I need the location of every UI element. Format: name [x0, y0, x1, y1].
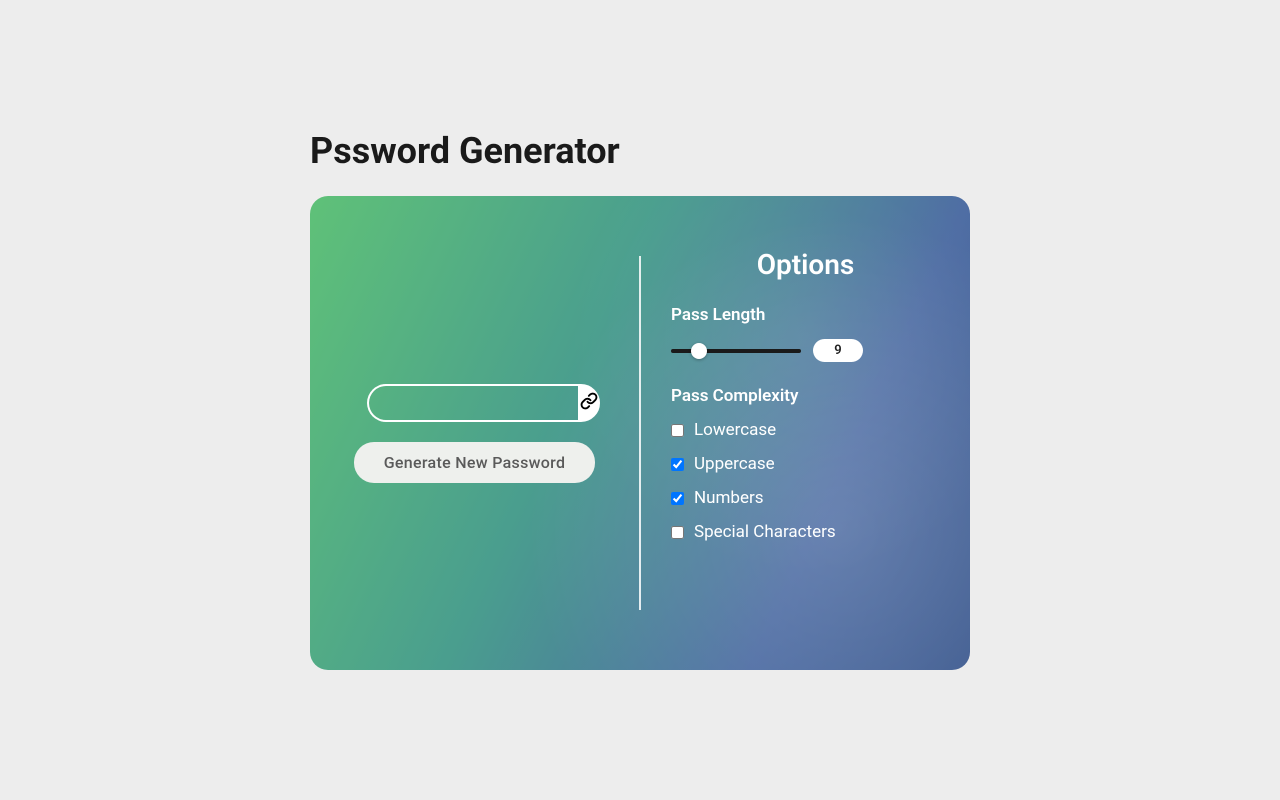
option-uppercase: Uppercase	[671, 454, 940, 474]
length-value: 9	[813, 339, 863, 362]
label-numbers: Numbers	[694, 488, 764, 508]
output-panel: Generate New Password	[310, 196, 639, 670]
page-title: Pssword Generator	[310, 130, 970, 172]
generator-card: Generate New Password Options Pass Lengt…	[310, 196, 970, 670]
checkbox-numbers[interactable]	[671, 492, 684, 505]
password-output[interactable]	[367, 384, 578, 422]
copy-button[interactable]	[578, 384, 600, 422]
complexity-options: Lowercase Uppercase Numbers Special Char…	[671, 420, 940, 542]
generate-button[interactable]: Generate New Password	[354, 442, 596, 483]
length-controls: 9	[671, 339, 940, 362]
checkbox-uppercase[interactable]	[671, 458, 684, 471]
options-panel: Options Pass Length 9 Pass Complexity Lo…	[641, 196, 970, 670]
length-slider[interactable]	[671, 349, 801, 353]
label-uppercase: Uppercase	[694, 454, 775, 474]
checkbox-lowercase[interactable]	[671, 424, 684, 437]
length-label: Pass Length	[671, 305, 940, 325]
complexity-label: Pass Complexity	[671, 386, 940, 406]
password-input-group	[367, 384, 582, 422]
label-special: Special Characters	[694, 522, 836, 542]
label-lowercase: Lowercase	[694, 420, 776, 440]
app-container: Pssword Generator Generate New Password …	[310, 130, 970, 670]
checkbox-special[interactable]	[671, 526, 684, 539]
option-special: Special Characters	[671, 522, 940, 542]
option-numbers: Numbers	[671, 488, 940, 508]
option-lowercase: Lowercase	[671, 420, 940, 440]
options-heading: Options	[671, 248, 940, 281]
link-icon	[580, 392, 598, 413]
